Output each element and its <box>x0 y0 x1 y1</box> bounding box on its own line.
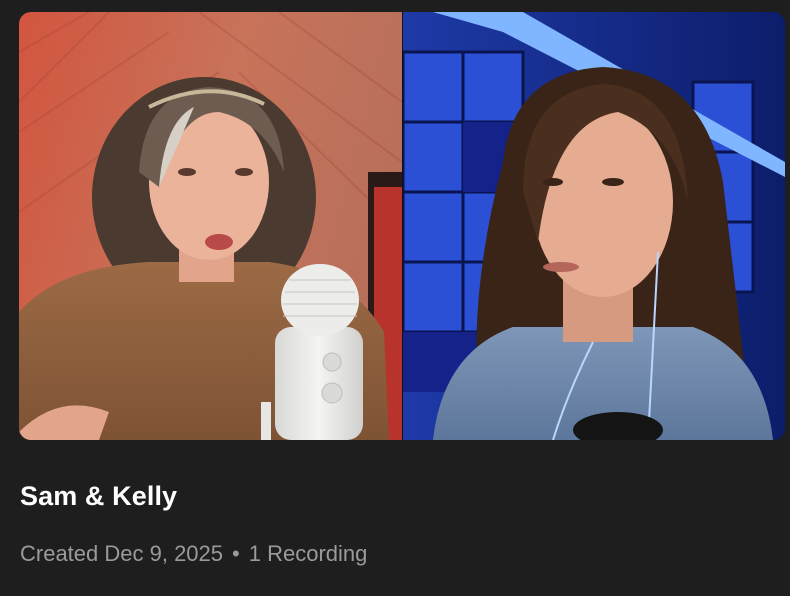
recording-meta: Created Dec 9, 2025 • 1 Recording <box>20 538 367 570</box>
recording-card[interactable]: Sam & Kelly Created Dec 9, 2025 • 1 Record… <box>0 0 790 596</box>
participant-video-left <box>19 12 402 440</box>
participant-video-right <box>403 12 785 440</box>
recording-thumbnail[interactable] <box>19 12 785 440</box>
recording-title[interactable]: Sam & Kelly <box>20 478 177 514</box>
recordings-count: 1 Recording <box>248 541 368 566</box>
created-date: Created Dec 9, 2025 <box>20 541 224 566</box>
meta-separator: • <box>232 541 240 566</box>
